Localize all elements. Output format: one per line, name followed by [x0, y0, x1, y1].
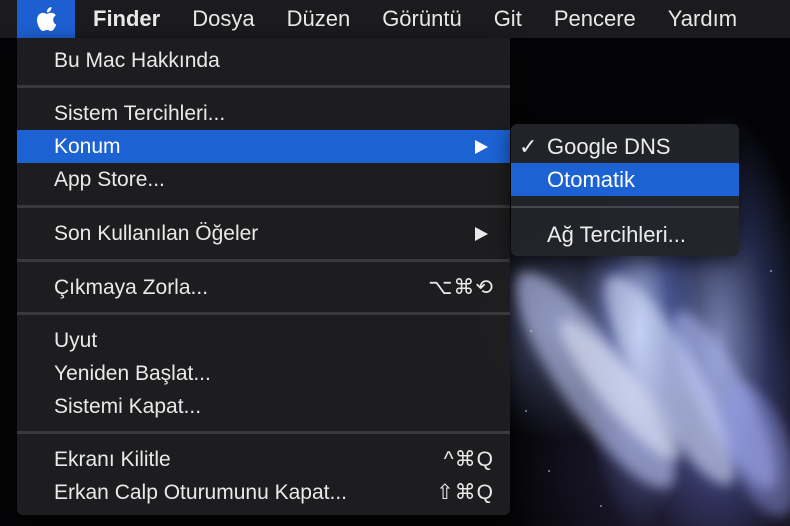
menu-item-label: App Store... — [54, 167, 165, 191]
shortcut-label: ⌥⌘⟲ — [428, 276, 494, 299]
submenu-separator — [511, 206, 739, 208]
menu-item-lock-screen[interactable]: Ekranı Kilitle ^⌘Q — [17, 443, 510, 476]
menu-item-recent-items[interactable]: Son Kullanılan Öğeler — [17, 217, 510, 250]
location-submenu: ✓ Google DNS Otomatik Ağ Tercihleri... — [511, 124, 739, 256]
submenu-arrow-icon — [475, 139, 488, 154]
menu-separator — [17, 431, 510, 434]
menu-separator — [17, 85, 510, 88]
apple-dropdown-menu: Bu Mac Hakkında Sistem Tercihleri... Kon… — [17, 38, 510, 515]
menu-item-sleep[interactable]: Uyut — [17, 324, 510, 357]
menu-item-force-quit[interactable]: Çıkmaya Zorla... ⌥⌘⟲ — [17, 271, 510, 304]
menubar-help[interactable]: Yardım — [652, 0, 753, 38]
menu-item-app-store[interactable]: App Store... — [17, 163, 510, 196]
shortcut-label: ⇧⌘Q — [436, 481, 494, 504]
shortcut-label: ^⌘Q — [443, 448, 494, 471]
checkmark-icon: ✓ — [519, 133, 538, 159]
submenu-item-google-dns[interactable]: ✓ Google DNS — [511, 130, 739, 163]
submenu-item-network-preferences[interactable]: Ağ Tercihleri... — [511, 218, 739, 251]
menubar-go[interactable]: Git — [478, 0, 538, 38]
submenu-arrow-icon — [475, 226, 488, 241]
menu-item-shutdown[interactable]: Sistemi Kapat... — [17, 390, 510, 423]
menu-item-label: Ekranı Kilitle — [54, 447, 171, 471]
menu-separator — [17, 312, 510, 315]
menu-item-label: Bu Mac Hakkında — [54, 48, 220, 72]
menu-item-label: Sistemi Kapat... — [54, 394, 202, 418]
menu-bar: Finder Dosya Düzen Görüntü Git Pencere Y… — [0, 0, 790, 38]
menu-item-location[interactable]: Konum — [17, 130, 510, 163]
menu-item-label: Erkan Calp Oturumunu Kapat... — [54, 480, 347, 504]
apple-logo-icon — [37, 7, 57, 32]
submenu-item-label: Google DNS — [547, 133, 671, 159]
menu-item-system-preferences[interactable]: Sistem Tercihleri... — [17, 97, 510, 130]
apple-menu-button[interactable] — [17, 0, 75, 38]
menubar-edit[interactable]: Düzen — [271, 0, 367, 38]
menu-separator — [17, 259, 510, 262]
menubar-window[interactable]: Pencere — [538, 0, 652, 38]
menu-item-label: Konum — [54, 134, 121, 158]
submenu-item-label: Otomatik — [547, 166, 636, 192]
menu-item-about[interactable]: Bu Mac Hakkında — [17, 44, 510, 77]
menu-separator — [17, 205, 510, 208]
submenu-item-label: Ağ Tercihleri... — [547, 221, 686, 247]
menubar-view[interactable]: Görüntü — [366, 0, 478, 38]
menu-item-label: Çıkmaya Zorla... — [54, 275, 209, 299]
menubar-finder[interactable]: Finder — [75, 0, 176, 38]
menu-item-label: Yeniden Başlat... — [54, 361, 211, 385]
menu-item-label: Uyut — [54, 328, 98, 352]
menu-item-logout[interactable]: Erkan Calp Oturumunu Kapat... ⇧⌘Q — [17, 476, 510, 509]
menu-item-restart[interactable]: Yeniden Başlat... — [17, 357, 510, 390]
menu-item-label: Son Kullanılan Öğeler — [54, 221, 259, 245]
menubar-file[interactable]: Dosya — [176, 0, 270, 38]
submenu-item-automatic[interactable]: Otomatik — [511, 163, 739, 196]
menu-item-label: Sistem Tercihleri... — [54, 101, 226, 125]
